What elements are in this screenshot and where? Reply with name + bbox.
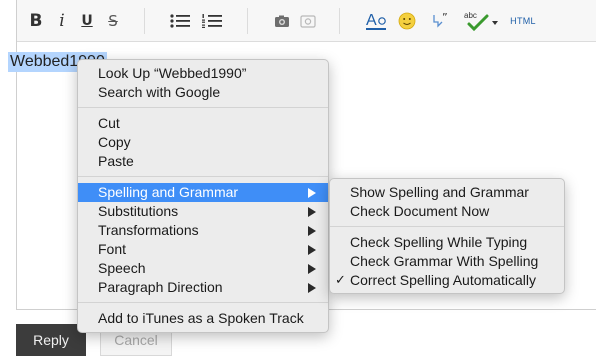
numbered-list-icon — [202, 14, 222, 28]
checkmark-icon: ✓ — [335, 273, 346, 288]
menu-item-search-google[interactable]: Search with Google — [78, 83, 328, 102]
spellcheck-icon: abc — [464, 11, 498, 32]
underline-button[interactable]: U — [79, 9, 95, 33]
spellcheck-abc-label: abc — [464, 11, 477, 20]
quote-bubble-icon: ” — [433, 12, 448, 28]
menu-item-label: Paragraph Direction — [98, 279, 223, 295]
submenu-arrow-icon — [308, 226, 316, 236]
svg-text:A: A — [366, 12, 377, 29]
strikethrough-button[interactable]: S — [105, 9, 121, 33]
editor-toolbar: B i U S A ” abc HTML — [17, 0, 596, 42]
quote-button[interactable]: ” — [431, 9, 453, 33]
bullet-list-button[interactable] — [169, 9, 191, 33]
submenu-item-check-while-typing[interactable]: Check Spelling While Typing — [330, 233, 564, 252]
text-color-icon: A — [366, 12, 386, 30]
html-mode-button[interactable]: HTML — [507, 9, 539, 33]
media-icon — [300, 15, 316, 28]
spellcheck-button[interactable]: abc — [463, 9, 499, 33]
reply-button[interactable]: Reply — [16, 324, 86, 356]
bullet-list-icon — [170, 14, 190, 28]
submenu-arrow-icon — [308, 264, 316, 274]
insert-image-button[interactable] — [273, 9, 291, 33]
menu-item-label: Font — [98, 241, 127, 257]
menu-item-substitutions[interactable]: Substitutions — [78, 202, 328, 221]
menu-item-label: Substitutions — [98, 203, 179, 219]
submenu-arrow-icon — [308, 207, 316, 217]
menu-item-spelling-grammar[interactable]: Spelling and Grammar — [78, 183, 328, 202]
toolbar-divider — [144, 8, 145, 34]
smiley-icon — [398, 12, 416, 30]
italic-button[interactable]: i — [55, 9, 69, 33]
submenu-arrow-icon — [308, 188, 316, 198]
submenu-item-check-document[interactable]: Check Document Now — [330, 202, 564, 221]
menu-separator — [78, 176, 328, 177]
camera-icon — [275, 15, 289, 27]
menu-item-label: Correct Spelling Automatically — [350, 272, 536, 288]
menu-item-look-up[interactable]: Look Up “Webbed1990” — [78, 64, 328, 83]
insert-media-button[interactable] — [299, 9, 317, 33]
svg-text:”: ” — [442, 12, 448, 24]
menu-item-label: Speech — [98, 260, 146, 276]
menu-item-paste[interactable]: Paste — [78, 152, 328, 171]
spelling-submenu: Show Spelling and Grammar Check Document… — [329, 178, 565, 294]
submenu-item-correct-automatically[interactable]: ✓ Correct Spelling Automatically — [330, 271, 564, 290]
menu-separator — [78, 107, 328, 108]
submenu-item-show-spelling[interactable]: Show Spelling and Grammar — [330, 183, 564, 202]
menu-item-copy[interactable]: Copy — [78, 133, 328, 152]
menu-item-cut[interactable]: Cut — [78, 114, 328, 133]
context-menu: Look Up “Webbed1990” Search with Google … — [77, 59, 329, 333]
bold-button[interactable]: B — [27, 9, 45, 33]
menu-separator — [330, 226, 564, 227]
menu-item-transformations[interactable]: Transformations — [78, 221, 328, 240]
submenu-item-check-grammar[interactable]: Check Grammar With Spelling — [330, 252, 564, 271]
menu-item-label: Transformations — [98, 222, 199, 238]
menu-item-paragraph-direction[interactable]: Paragraph Direction — [78, 278, 328, 297]
emoji-button[interactable] — [397, 9, 417, 33]
toolbar-divider — [247, 8, 248, 34]
menu-item-label: Spelling and Grammar — [98, 184, 239, 200]
menu-separator — [78, 302, 328, 303]
menu-item-font[interactable]: Font — [78, 240, 328, 259]
text-color-button[interactable]: A — [365, 9, 389, 33]
submenu-arrow-icon — [308, 245, 316, 255]
toolbar-divider — [339, 8, 340, 34]
menu-item-speech[interactable]: Speech — [78, 259, 328, 278]
numbered-list-button[interactable] — [201, 9, 223, 33]
submenu-arrow-icon — [308, 283, 316, 293]
menu-item-add-to-itunes[interactable]: Add to iTunes as a Spoken Track — [78, 309, 328, 328]
